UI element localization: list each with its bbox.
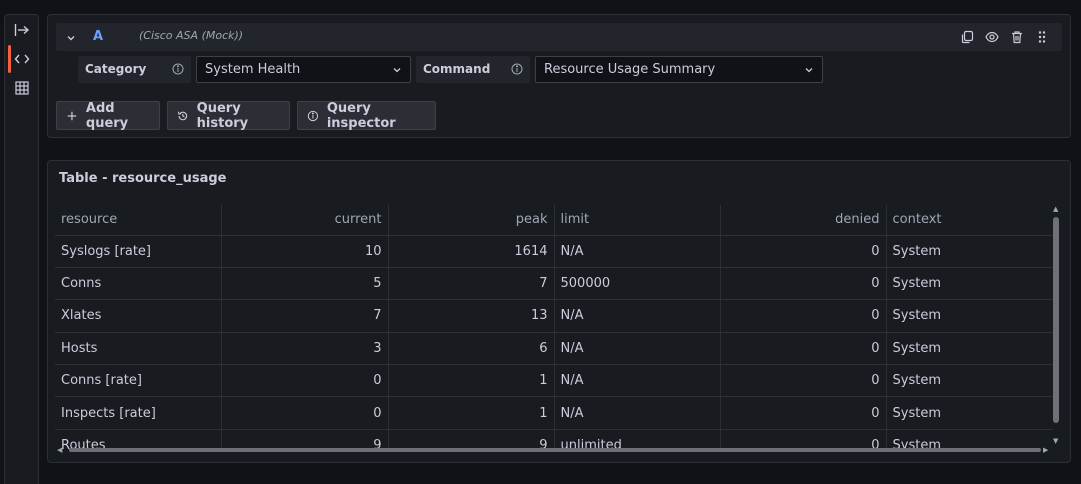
table-icon[interactable] bbox=[9, 75, 35, 101]
collapse-right-icon[interactable] bbox=[9, 17, 35, 43]
data-table: resource current peak limit denied context Sy… bbox=[55, 205, 1053, 449]
cell-denied: 0 bbox=[720, 364, 887, 398]
query-editor-panel: A (Cisco ASA (Mock)) Category System Hea… bbox=[47, 14, 1071, 138]
cell-resource: Conns bbox=[55, 267, 222, 301]
column-header-resource[interactable]: resource bbox=[55, 205, 222, 236]
code-icon[interactable] bbox=[9, 46, 35, 72]
command-value: Resource Usage Summary bbox=[544, 62, 716, 77]
table-row: Conns [rate] 0 1 N/A 0 System bbox=[55, 364, 1053, 398]
cell-context: System bbox=[886, 332, 1053, 366]
horizontal-scroll-thumb[interactable] bbox=[69, 448, 1041, 452]
command-label-text: Command bbox=[423, 62, 491, 76]
cell-peak: 13 bbox=[388, 299, 555, 333]
category-select[interactable]: System Health bbox=[196, 56, 411, 83]
vertical-scroll-thumb[interactable] bbox=[1053, 217, 1059, 423]
table-scroll-area[interactable]: resource current peak limit denied context Sy… bbox=[55, 205, 1053, 449]
cell-context: System bbox=[886, 235, 1053, 268]
horizontal-scrollbar[interactable]: ◀ ▶ bbox=[55, 446, 1053, 454]
cell-context: System bbox=[886, 364, 1053, 398]
cell-context: System bbox=[886, 267, 1053, 301]
cell-peak: 1 bbox=[388, 364, 555, 398]
cell-denied: 0 bbox=[720, 332, 887, 366]
table-row: Conns 5 7 500000 0 System bbox=[55, 267, 1053, 301]
table-body: Syslogs [rate] 10 1614 N/A 0 System Conns 5 7 500… bbox=[55, 235, 1053, 449]
category-label-text: Category bbox=[85, 62, 147, 76]
query-row-header: A (Cisco ASA (Mock)) bbox=[56, 23, 1062, 51]
vertical-scrollbar[interactable]: ▲ ▼ bbox=[1052, 205, 1060, 447]
chevron-down-icon bbox=[805, 68, 813, 73]
drag-handle-icon[interactable] bbox=[1034, 29, 1050, 45]
copy-icon[interactable] bbox=[959, 29, 975, 45]
info-icon bbox=[307, 110, 319, 121]
query-inspector-label: Query inspector bbox=[326, 100, 396, 131]
query-history-button[interactable]: Query history bbox=[167, 100, 290, 131]
category-value: System Health bbox=[205, 62, 301, 77]
cell-current: 0 bbox=[221, 364, 389, 398]
add-query-button[interactable]: Add query bbox=[56, 100, 160, 131]
table-header-row: resource current peak limit denied context bbox=[55, 205, 1053, 236]
cell-limit: N/A bbox=[554, 332, 721, 366]
command-label: Command bbox=[416, 56, 530, 83]
cell-peak: 7 bbox=[388, 267, 555, 301]
table-row: Hosts 3 6 N/A 0 System bbox=[55, 332, 1053, 366]
table-panel: Table - resource_usage resource current pe… bbox=[47, 160, 1071, 463]
panel-title: Table - resource_usage bbox=[59, 171, 227, 186]
cell-current: 7 bbox=[221, 299, 389, 333]
cell-context: System bbox=[886, 396, 1053, 430]
cell-limit: N/A bbox=[554, 364, 721, 398]
cell-resource: Conns [rate] bbox=[55, 364, 222, 398]
cell-limit: 500000 bbox=[554, 267, 721, 301]
side-toolbar bbox=[4, 14, 39, 484]
cell-denied: 0 bbox=[720, 299, 887, 333]
chevron-down-icon[interactable] bbox=[64, 30, 78, 44]
command-select[interactable]: Resource Usage Summary bbox=[535, 56, 823, 83]
datasource-name: (Cisco ASA (Mock)) bbox=[139, 29, 244, 42]
cell-peak: 6 bbox=[388, 332, 555, 366]
cell-current: 5 bbox=[221, 267, 389, 301]
category-label: Category bbox=[78, 56, 191, 83]
cell-resource: Syslogs [rate] bbox=[55, 235, 222, 268]
info-icon[interactable] bbox=[511, 63, 523, 75]
column-header-current[interactable]: current bbox=[221, 205, 389, 236]
cell-peak: 1614 bbox=[388, 235, 555, 268]
cell-limit: N/A bbox=[554, 396, 721, 430]
eye-icon[interactable] bbox=[984, 29, 1000, 45]
history-icon bbox=[177, 111, 188, 120]
cell-resource: Inspects [rate] bbox=[55, 396, 222, 430]
cell-current: 3 bbox=[221, 332, 389, 366]
query-inspector-button[interactable]: Query inspector bbox=[297, 100, 436, 131]
cell-resource: Xlates bbox=[55, 299, 222, 333]
column-header-context[interactable]: context bbox=[886, 205, 1053, 236]
column-header-limit[interactable]: limit bbox=[554, 205, 721, 236]
cell-denied: 0 bbox=[720, 235, 887, 268]
table-row: Xlates 7 13 N/A 0 System bbox=[55, 299, 1053, 333]
trash-icon[interactable] bbox=[1009, 29, 1025, 45]
cell-denied: 0 bbox=[720, 396, 887, 430]
chevron-down-icon bbox=[393, 68, 401, 73]
plus-icon bbox=[67, 111, 77, 120]
table-row: Inspects [rate] 0 1 N/A 0 System bbox=[55, 396, 1053, 430]
query-history-label: Query history bbox=[196, 100, 249, 131]
query-ref-id[interactable]: A bbox=[93, 29, 103, 44]
table-row: Syslogs [rate] 10 1614 N/A 0 System bbox=[55, 235, 1053, 268]
cell-denied: 0 bbox=[720, 267, 887, 301]
column-header-denied[interactable]: denied bbox=[720, 205, 887, 236]
cell-current: 10 bbox=[221, 235, 389, 268]
cell-current: 0 bbox=[221, 396, 389, 430]
cell-peak: 1 bbox=[388, 396, 555, 430]
info-icon[interactable] bbox=[172, 63, 184, 75]
cell-context: System bbox=[886, 299, 1053, 333]
cell-limit: N/A bbox=[554, 235, 721, 268]
column-header-peak[interactable]: peak bbox=[388, 205, 555, 236]
add-query-label: Add query bbox=[85, 100, 129, 131]
cell-resource: Hosts bbox=[55, 332, 222, 366]
cell-limit: N/A bbox=[554, 299, 721, 333]
